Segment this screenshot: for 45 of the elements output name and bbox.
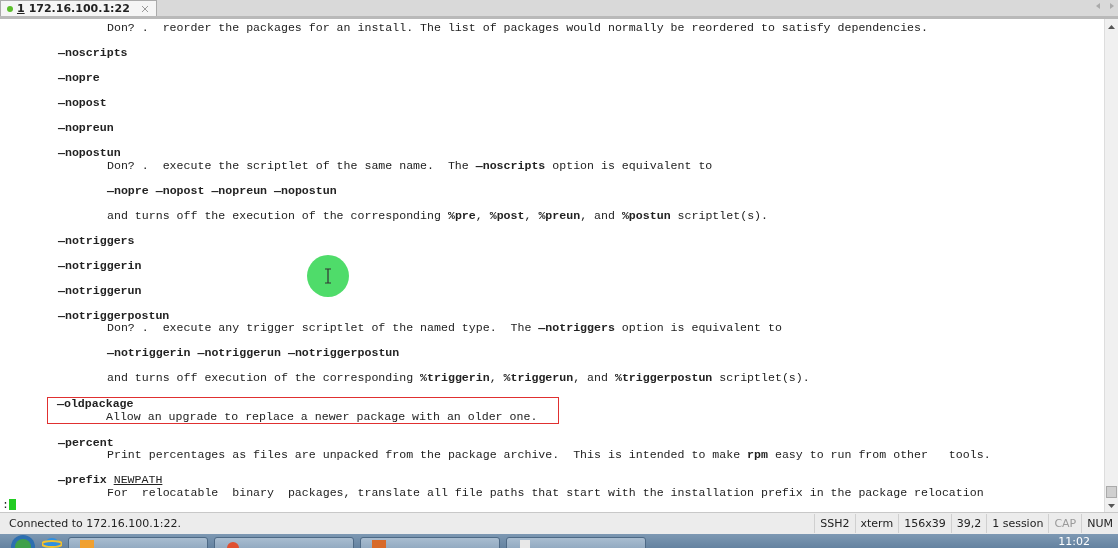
terminal-text: —nopre —nopost —nopreun —nopostun: [107, 183, 337, 197]
scrollbar-thumb[interactable]: [1106, 486, 1117, 498]
prompt-text: :: [2, 498, 9, 511]
scroll-up-icon[interactable]: [1108, 25, 1115, 29]
option-name: —notriggerin: [58, 258, 142, 272]
status-cell: 156x39: [898, 514, 951, 533]
status-cell: 1 session: [986, 514, 1049, 533]
option-name: —nopost: [58, 96, 107, 109]
terminal-text: Don? . execute the scriptlet of the same name. The —noscripts option is equivalent to: [107, 158, 713, 172]
option-name: —nopre: [58, 71, 100, 84]
status-cell: SSH2: [814, 514, 855, 533]
scroll-left-icon[interactable]: [1096, 3, 1100, 9]
status-cell: 39,2: [950, 514, 987, 533]
start-orb-icon[interactable]: [10, 534, 36, 548]
terminal-text: Allow an upgrade to replace a newer package with an older one.: [106, 409, 538, 423]
option-name: —notriggerun: [58, 283, 142, 297]
close-icon[interactable]: [141, 5, 148, 12]
session-tab[interactable]: 1 172.16.100.1:22: [0, 0, 157, 16]
option-name: —noscripts: [58, 46, 128, 59]
option-name: —nopostun: [58, 146, 121, 159]
terminal-text: and turns off the execution of the corresponding %pre, %post, %preun, and %postun scriptlet(s).: [107, 208, 768, 222]
option-name: —prefix NEWPATH: [58, 473, 163, 486]
folder-icon: [79, 538, 95, 548]
scroll-down-icon[interactable]: [1108, 504, 1115, 508]
clock-text: 11:02: [1058, 535, 1090, 548]
document-icon: [517, 538, 533, 548]
option-name: —oldpackage: [57, 397, 134, 410]
status-cell: NUM: [1081, 514, 1118, 533]
status-cell: xterm: [854, 514, 899, 533]
terminal-text: Don? . execute any trigger scriptlet of the named type. The —notriggers option is equivalent to: [107, 321, 782, 334]
option-name: —nopreun: [58, 121, 114, 134]
scroll-right-icon[interactable]: [1110, 3, 1114, 9]
presentation-icon: [371, 538, 387, 548]
option-name: —notriggerpostun: [58, 308, 170, 322]
option-name: —percent: [58, 435, 114, 449]
terminal-text: Don? . reorder the packages for an install. The list of packages would normally be reordered to satisfy dependencies.: [107, 21, 928, 34]
terminal-text: For relocatable binary packages, translate all file paths that start with the installation prefix in the package relocation: [107, 485, 984, 499]
terminal-text: Print percentages as files are unpacked from the package archive. This is intended to make rpm easy to run from other tools.: [107, 448, 991, 461]
status-message: Connected to 172.16.100.1:22.: [8, 517, 182, 530]
option-name: —notriggers: [58, 233, 135, 247]
terminal-text: and turns off execution of the corresponding %triggerin, %triggerun, and %triggerpostun scriptlet(s).: [107, 371, 810, 384]
mouse-pointer-icon: [307, 255, 349, 297]
text-cursor: [8, 499, 16, 511]
terminal-text: —notriggerin —notriggerun —notriggerpostun: [107, 346, 400, 359]
status-cell: CAP: [1048, 514, 1082, 533]
